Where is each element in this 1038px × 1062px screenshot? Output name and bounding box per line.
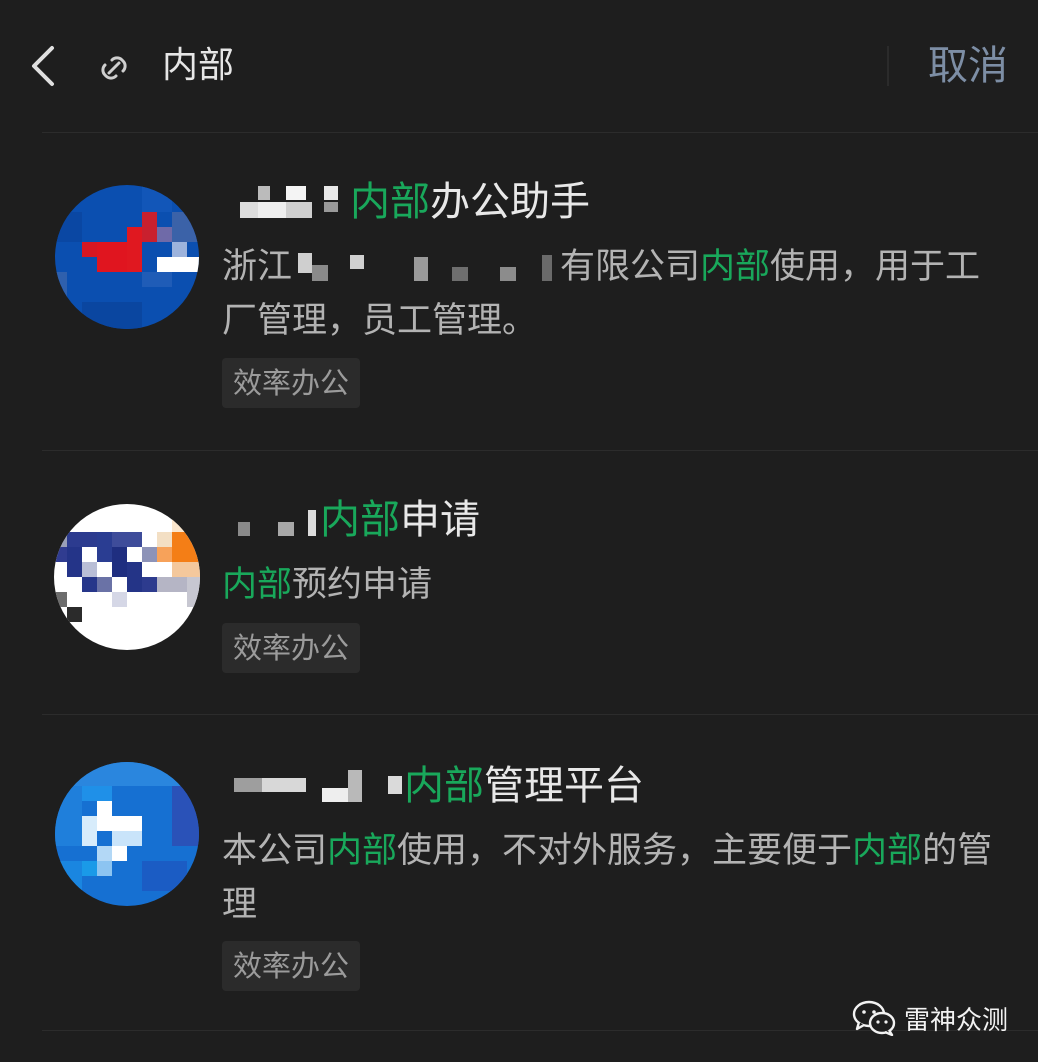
result-title: 内部申请 <box>232 494 480 546</box>
blurred-text <box>232 502 320 542</box>
mini-program-avatar <box>52 756 202 906</box>
back-chevron-icon[interactable] <box>22 40 62 92</box>
link-icon <box>101 56 127 80</box>
category-tag: 效率办公 <box>222 358 361 408</box>
category-tag: 效率办公 <box>222 623 361 673</box>
category-tag: 效率办公 <box>222 941 361 991</box>
mini-program-avatar <box>52 502 202 652</box>
divider <box>42 132 1038 133</box>
blurred-text <box>232 768 404 808</box>
result-title: 内部管理平台 <box>232 760 644 812</box>
divider <box>42 450 1038 451</box>
search-input[interactable]: 内部 <box>162 42 234 90</box>
cancel-button[interactable]: 取消 <box>928 40 1008 92</box>
divider <box>42 714 1038 715</box>
blurred-text <box>232 184 350 224</box>
result-description: 浙江 有限公司内部使用，用于工厂管理，员工管理。 <box>222 247 981 341</box>
mini-program-avatar <box>52 182 202 332</box>
result-title: 内部办公助手 <box>232 176 590 228</box>
blurred-text <box>292 253 560 283</box>
divider <box>887 46 889 86</box>
search-bar: 内部 取消 <box>0 0 1038 132</box>
watermark: 雷神众测 <box>852 998 1008 1038</box>
result-description: 内部预约申请 <box>222 565 433 605</box>
watermark-text: 雷神众测 <box>904 1005 1009 1036</box>
result-description: 本公司内部使用，不对外服务，主要便于内部的管理 <box>222 831 993 925</box>
wechat-icon <box>852 1000 896 1036</box>
